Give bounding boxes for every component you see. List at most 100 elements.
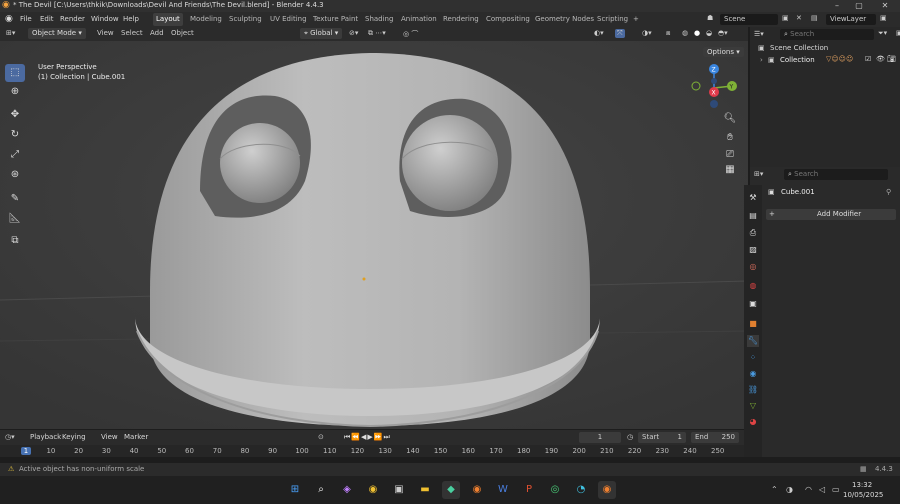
shading-solid-icon[interactable]: ● [694, 29, 700, 37]
pin-icon[interactable]: ⚲ [886, 188, 891, 196]
playback-menu[interactable]: Playback [30, 433, 61, 441]
tab-uv-editing[interactable]: UV Editing [270, 15, 307, 23]
move-tool-icon[interactable]: ✥ [5, 106, 25, 124]
proportional-edit-icon[interactable]: ◎ ⌒ [403, 29, 418, 39]
camera-icon[interactable]: 📷︎ [887, 55, 896, 63]
cursor-tool-icon[interactable]: ⊕ [5, 83, 25, 101]
visibility-icon[interactable]: ◐▾ [594, 29, 604, 37]
new-collection-icon[interactable]: ▣ [896, 29, 900, 37]
pivot-icon[interactable]: ⊘▾ [349, 29, 358, 37]
view-layer-tab-icon[interactable]: ▨ [747, 244, 759, 256]
mode-dropdown[interactable]: Object Mode ▾ [28, 28, 86, 39]
options-dropdown[interactable]: Options ▾ [703, 47, 744, 57]
tray-chevron-icon[interactable]: ⌃ [771, 485, 778, 494]
orientation-dropdown[interactable]: ⌖ Global ▾ [300, 28, 343, 39]
view-layer-icon[interactable]: ▤ [811, 14, 818, 22]
add-workspace-icon[interactable]: + [633, 15, 639, 23]
menu-object[interactable]: Object [171, 29, 194, 37]
tab-scripting[interactable]: Scripting [597, 15, 628, 23]
outliner-search[interactable]: ⌕ Search [780, 29, 874, 40]
keying-menu[interactable]: Keying [62, 433, 86, 441]
end-frame-field[interactable]: End 250 [691, 432, 739, 443]
tab-rendering[interactable]: Rendering [443, 15, 479, 23]
clock-icon[interactable]: ◷ [627, 433, 633, 441]
minimize-icon[interactable]: – [826, 0, 848, 12]
clock-time[interactable]: 13:32 [852, 481, 872, 489]
app-icon[interactable]: ◆ [442, 481, 460, 499]
close-icon[interactable]: ✕ [874, 0, 896, 12]
current-frame-field[interactable]: 1 [579, 432, 621, 443]
navigation-gizmo[interactable]: Z Y X [688, 62, 740, 114]
tab-animation[interactable]: Animation [401, 15, 437, 23]
properties-search[interactable]: ⌕ Search [784, 169, 888, 180]
outliner-editor-icon[interactable]: ☰▾ [754, 30, 764, 38]
new-view-layer-icon[interactable]: ▣ [880, 14, 887, 22]
add-cube-tool-icon[interactable]: ⧉ [5, 232, 25, 250]
measure-tool-icon[interactable]: 📐︎ [5, 210, 25, 228]
file-explorer-icon[interactable]: ▬ [416, 481, 434, 499]
maximize-icon[interactable]: ▢ [848, 0, 870, 12]
rotate-tool-icon[interactable]: ↻ [5, 126, 25, 144]
tab-layout[interactable]: Layout [153, 13, 183, 26]
volume-icon[interactable]: ◁ [819, 485, 825, 494]
menu-select[interactable]: Select [121, 29, 143, 37]
render-tab-icon[interactable]: ▤ [747, 210, 759, 222]
scene-tab-icon[interactable]: ◎ [747, 261, 759, 273]
view-layer-field[interactable]: ViewLayer [826, 14, 876, 25]
object-name[interactable]: Cube.001 [781, 188, 815, 196]
menu-file[interactable]: File [20, 15, 32, 23]
xray-icon[interactable]: ⧈ [666, 29, 670, 38]
other-app-icon[interactable]: ◎ [546, 481, 564, 499]
3d-viewport[interactable]: User Perspective (1) Collection | Cube.0… [0, 41, 748, 429]
object-tab-icon[interactable]: ■ [747, 318, 759, 330]
word-icon[interactable]: W [494, 481, 512, 499]
object-icons[interactable]: ▽☺☺☺ [826, 55, 853, 63]
chrome-icon[interactable]: ◉ [364, 481, 382, 499]
blender-menu-icon[interactable]: ◉ [5, 14, 13, 24]
collection-label[interactable]: Collection [780, 56, 815, 64]
add-modifier-button[interactable]: + Add Modifier [766, 209, 896, 220]
scene-icon[interactable]: ☗ [707, 14, 713, 22]
search-icon[interactable]: ⌕ [312, 481, 330, 499]
annotate-tool-icon[interactable]: ✎ [5, 190, 25, 208]
frame-ruler[interactable]: 1 10 20 30 40 50 60 70 80 90 100 110 120 130 140 150 160… [0, 445, 744, 457]
snap-icon[interactable]: ⧉ ⋯▾ [368, 29, 386, 38]
select-tool-icon[interactable]: ⬚ [5, 64, 25, 82]
transform-tool-icon[interactable]: ⊛ [5, 166, 25, 184]
tab-modeling[interactable]: Modeling [190, 15, 222, 23]
blender-taskbar-icon[interactable]: ◉ [468, 481, 486, 499]
windows-start-icon[interactable]: ⊞ [286, 481, 304, 499]
editor-type-icon[interactable]: ⊞▾ [6, 29, 15, 37]
start-frame-field[interactable]: Start 1 [638, 432, 686, 443]
powerpoint-icon[interactable]: P [520, 481, 538, 499]
menu-add[interactable]: Add [150, 29, 164, 37]
ortho-grid-icon[interactable]: ▦ [722, 162, 738, 178]
collection-tab-icon[interactable]: ▣ [747, 298, 759, 310]
tab-texture-paint[interactable]: Texture Paint [313, 15, 358, 23]
menu-edit[interactable]: Edit [40, 15, 54, 23]
clock-date[interactable]: 10/05/2025 [843, 491, 883, 499]
tab-sculpting[interactable]: Sculpting [229, 15, 262, 23]
gizmo-toggle-icon[interactable]: ⤧ [615, 29, 625, 38]
modifier-tab-icon[interactable]: 🔧︎ [747, 335, 759, 347]
tab-compositing[interactable]: Compositing [486, 15, 530, 23]
edge-icon[interactable]: ◔ [572, 481, 590, 499]
menu-window[interactable]: Window [91, 15, 119, 23]
camera-view-icon[interactable]: ⎚ [722, 147, 738, 163]
constraints-tab-icon[interactable]: ⛓︎ [747, 384, 759, 396]
pan-hand-icon[interactable]: ✋︎ [722, 130, 738, 146]
view-menu[interactable]: View [101, 433, 118, 441]
wifi-icon[interactable]: ◠ [805, 485, 812, 494]
menu-view[interactable]: View [97, 29, 114, 37]
menu-help[interactable]: Help [123, 15, 139, 23]
menu-render[interactable]: Render [60, 15, 85, 23]
copilot-icon[interactable]: ◈ [338, 481, 356, 499]
scale-tool-icon[interactable]: ⤢ [5, 146, 25, 164]
expand-chevron-icon[interactable]: › [760, 56, 763, 64]
playback-controls-icon[interactable]: ⏮⏪◀▶⏩⏭ [344, 433, 391, 442]
tab-geometry-nodes[interactable]: Geometry Nodes [535, 15, 594, 23]
physics-tab-icon[interactable]: ◉ [747, 368, 759, 380]
shading-rendered-icon[interactable]: ◓▾ [718, 29, 728, 37]
zoom-icon[interactable]: 🔍︎ [722, 111, 738, 127]
delete-scene-icon[interactable]: ✕ [796, 14, 802, 22]
